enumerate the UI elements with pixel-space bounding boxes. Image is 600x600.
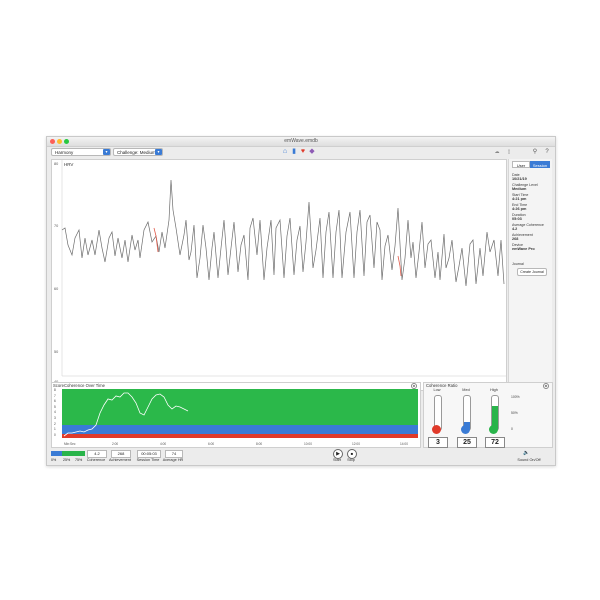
med-bulb <box>461 425 470 434</box>
x-tick-label: 4:00 <box>160 442 167 446</box>
start-label: Start <box>332 458 342 462</box>
info-achievement: Achievement 268 <box>512 233 533 241</box>
score-axis: 8 7 6 5 4 3 2 1 0 <box>54 388 56 438</box>
settings-icon[interactable]: ⚙ <box>543 383 549 389</box>
window-title: emWave.emdb <box>284 138 318 144</box>
pct-label: 0 <box>511 427 513 431</box>
x-tick-label: 6:00 <box>208 442 215 446</box>
y-tick-label: 0 <box>54 432 56 437</box>
ratio-label-high: High <box>490 388 498 392</box>
x-tick-label: Min:Sec <box>64 442 76 446</box>
tab-user[interactable]: User <box>512 161 530 168</box>
toolbar: Harmony ▾ Challenge: Medium ▾ ⌂ ▮ ♥ ◆ ☁ … <box>47 147 555 158</box>
x-tick-label: 8:00 <box>256 442 263 446</box>
session-panel: User Session Date 10/21/19 Challenge Leve… <box>508 159 552 389</box>
status-bar: 0% 25% 75% 4.2 Coherence 268 Achievement… <box>47 448 555 465</box>
x-tick-label: 14:00 <box>400 442 408 446</box>
coherence-over-time-chart <box>62 389 418 438</box>
legend-high-swatch <box>62 451 85 456</box>
legend-label: 0% <box>51 458 57 462</box>
legend-label: 25% <box>63 458 71 462</box>
hrv-graph: HRV 80 70 60 50 40 Min:Sec 1:00 2:00 3:0… <box>51 159 507 391</box>
legend-label: 75% <box>75 458 83 462</box>
ratio-label-med: Med <box>462 388 470 392</box>
info-date: Date 10/21/19 <box>512 173 527 181</box>
y-tick-label: 1 <box>54 427 56 432</box>
med-value: 25 <box>457 437 477 448</box>
sound-toggle-label: Sound On/Off <box>517 458 541 462</box>
coherence-value: 4.2 <box>87 450 107 458</box>
low-value: 3 <box>428 437 448 448</box>
achievement-label: Achievement <box>109 458 131 462</box>
gem-icon[interactable]: ◆ <box>308 148 316 156</box>
coherence-ratio-panel: Coherence Ratio ⚙ Low Med High 100% 50% … <box>423 382 553 448</box>
session-time-value: 00:05:03 <box>137 450 161 458</box>
coherence-over-time-panel: Score Coherence Over Time ⚙ 8 7 6 5 4 3 … <box>51 382 421 448</box>
info-duration: Duration 05:03 <box>512 213 526 221</box>
ratio-label-low: Low <box>433 388 441 392</box>
stop-label: Stop <box>347 458 355 462</box>
journal-label: Journal <box>512 262 524 266</box>
y-tick-label: 8 <box>54 388 56 392</box>
y-tick-label: 6 <box>54 399 56 404</box>
average-hr-label: Average HR <box>162 458 184 462</box>
cloud-sync-icon[interactable]: ☁ <box>491 148 503 156</box>
x-tick-label: 12:00 <box>352 442 360 446</box>
session-time-label: Session Time <box>136 458 160 462</box>
tab-session[interactable]: Session <box>530 161 550 168</box>
home-icon[interactable]: ⌂ <box>281 148 289 156</box>
search-icon[interactable]: ⚲ <box>531 148 539 156</box>
heart-icon[interactable]: ♥ <box>299 148 307 156</box>
y-tick-label: 3 <box>54 415 56 420</box>
pct-label: 100% <box>511 395 520 399</box>
achievement-value: 268 <box>111 450 131 458</box>
coherence-label: Coherence <box>86 458 106 462</box>
help-icon[interactable]: ? <box>543 148 551 156</box>
speaker-icon[interactable]: 🔈 <box>523 450 529 456</box>
average-hr-value: 74 <box>165 450 183 458</box>
x-tick-label: 10:00 <box>304 442 312 446</box>
chart-icon[interactable]: ▮ <box>290 148 298 156</box>
mode-select-value: Harmony <box>55 150 74 155</box>
info-start-time: Start Time 4:21 pm <box>512 193 529 201</box>
chevron-down-icon: ▾ <box>103 149 110 155</box>
info-device: Device emWave Pro <box>512 243 535 251</box>
title-bar: emWave.emdb <box>47 137 555 147</box>
info-end-time: End Time 4:26 pm <box>512 203 528 211</box>
chevron-down-icon: ▾ <box>155 149 162 155</box>
challenge-select[interactable]: Challenge: Medium ▾ <box>113 148 163 156</box>
info-average-coherence: Average Coherence 4.2 <box>512 223 544 231</box>
legend-med-swatch <box>51 451 63 456</box>
challenge-select-value: Challenge: Medium <box>117 150 156 155</box>
app-window: emWave.emdb Harmony ▾ Challenge: Medium … <box>46 136 556 466</box>
coherence-legend-bar <box>51 451 85 456</box>
hrv-waveform <box>61 160 506 377</box>
high-value: 72 <box>485 437 505 448</box>
info-challenge: Challenge Level Medium <box>512 183 538 191</box>
pct-label: 50% <box>511 411 518 415</box>
x-tick-label: 2:00 <box>112 442 119 446</box>
create-journal-button[interactable]: Create Journal <box>517 268 547 276</box>
high-bulb <box>489 425 498 434</box>
sidebar-toggle-icon[interactable]: ▯ <box>505 148 513 156</box>
mode-select[interactable]: Harmony ▾ <box>51 148 111 156</box>
low-bulb <box>432 425 441 434</box>
